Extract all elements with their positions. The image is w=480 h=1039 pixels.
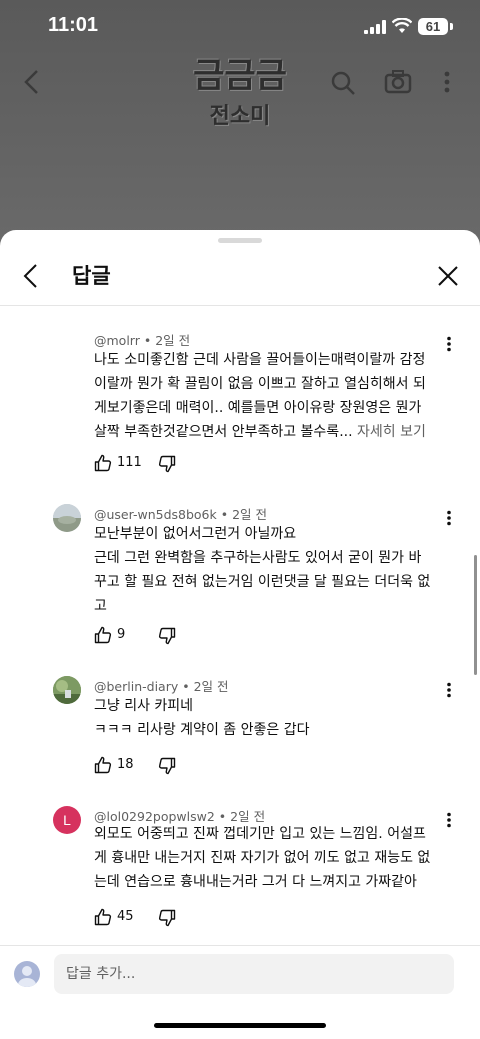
avatar-photo-icon: [53, 504, 81, 532]
home-indicator[interactable]: [154, 1023, 326, 1028]
like-count: 111: [117, 455, 142, 470]
comment-time: 2일 전: [193, 679, 229, 694]
cellular-signal-icon: [364, 20, 386, 34]
like-count: 45: [117, 909, 134, 924]
comment-line: 살짝 부족한것같으면서 안부족하고 볼수록... 자세히 보기: [94, 420, 450, 444]
comment-actions: 45: [94, 908, 214, 928]
camera-icon[interactable]: [384, 70, 412, 94]
comment-text: 외모도 어중띄고 진짜 껍데기만 입고 있는 느낌임. 어설프 게 흉내만 내는…: [94, 822, 450, 894]
wifi-icon: [392, 18, 412, 33]
avatar-letter: L: [63, 812, 71, 828]
avatar[interactable]: [53, 676, 81, 704]
reply-box-divider: [0, 945, 480, 946]
thumb-down-icon[interactable]: [158, 909, 176, 927]
comment-line: 꾸고 할 필요 전혀 없는거임 이런댓글 달 필요는 더더욱 없: [94, 574, 431, 590]
comment-line: 그냥 리사 카피네: [94, 698, 194, 714]
comment-actions: 9: [94, 626, 214, 646]
like-count: 18: [117, 757, 134, 772]
thumb-up-icon[interactable]: [94, 908, 112, 926]
search-icon[interactable]: [330, 70, 356, 96]
comment-line: 고: [94, 598, 107, 614]
video-title-text: 금금금: [193, 56, 287, 96]
comment-line: 는데 연습으로 흉내내는거라 그거 다 느껴지고 가짜같아: [94, 874, 417, 890]
avatar-photo-icon: [53, 676, 81, 704]
sheet-title: 답글: [72, 264, 111, 288]
status-time: 11:01: [48, 14, 99, 36]
comment-line: 게 흉내만 내는거지 진짜 자기가 없어 끼도 없고 재능도 없: [94, 850, 431, 866]
comment-author[interactable]: @user-wn5ds8bo6k: [94, 507, 217, 522]
chevron-left-icon[interactable]: [18, 262, 42, 290]
video-subtitle-text: 전소미: [209, 104, 271, 129]
thumb-up-icon[interactable]: [94, 756, 112, 774]
sheet-drag-handle[interactable]: [218, 238, 262, 243]
like-count: 9: [117, 627, 126, 642]
header-divider: [0, 305, 480, 306]
avatar[interactable]: [53, 504, 81, 532]
self-avatar: [14, 961, 40, 987]
status-bar: 11:01 61: [0, 0, 480, 54]
comment-time: 2일 전: [232, 507, 268, 522]
comment-author[interactable]: @molrr: [94, 333, 140, 348]
thumb-down-icon[interactable]: [158, 627, 176, 645]
comment-author[interactable]: @berlin-diary: [94, 679, 178, 694]
battery-indicator: 61: [418, 18, 448, 35]
video-back-icon[interactable]: [20, 68, 44, 96]
battery-tip: [450, 23, 453, 30]
thumb-down-icon[interactable]: [158, 455, 176, 473]
comment-line: 이랄까 뭔가 확 끌림이 없음 이쁘고 잘하고 열심히해서 되: [94, 376, 426, 392]
comment-line: 게보기좋은데 매력이.. 예를들면 아이유랑 장원영은 뭔가: [94, 400, 422, 416]
comment-text: 모난부분이 없어서그런거 아닐까요 근데 그런 완벽함을 추구하는사람도 있어서…: [94, 522, 450, 618]
reply-input[interactable]: [54, 954, 454, 994]
comment-line-text: 살짝 부족한것같으면서 안부족하고 볼수록...: [94, 424, 353, 440]
comment-meta: @berlin-diary • 2일 전: [94, 679, 229, 694]
thumb-up-icon[interactable]: [94, 626, 112, 644]
user-avatar-icon: [18, 966, 36, 987]
comment-line: 근데 그런 완벽함을 추구하는사람도 있어서 굳이 뭔가 바: [94, 550, 422, 566]
close-icon[interactable]: [436, 264, 460, 288]
thumb-up-icon[interactable]: [94, 454, 112, 472]
comment-actions: 111: [94, 454, 214, 474]
video-more-icon[interactable]: [444, 70, 450, 94]
comment-meta: @molrr • 2일 전: [94, 333, 191, 348]
comment-meta: @user-wn5ds8bo6k • 2일 전: [94, 507, 268, 522]
read-more-link[interactable]: 자세히 보기: [357, 424, 426, 440]
comment-actions: 18: [94, 756, 214, 776]
comment-text: 나도 소미좋긴함 근데 사람을 끌어들이는매력이랄까 감정 이랄까 뭔가 확 끌…: [94, 348, 450, 444]
comment-line: ㅋㅋㅋ 리사랑 계약이 좀 안좋은 갑다: [94, 722, 310, 738]
comment-line: 나도 소미좋긴함 근데 사람을 끌어들이는매력이랄까 감정: [94, 352, 426, 368]
thumb-down-icon[interactable]: [158, 757, 176, 775]
comment-line: 모난부분이 없어서그런거 아닐까요: [94, 526, 297, 542]
comment-text: 그냥 리사 카피네 ㅋㅋㅋ 리사랑 계약이 좀 안좋은 갑다: [94, 694, 450, 742]
scrollbar[interactable]: [474, 555, 477, 675]
avatar[interactable]: L: [53, 806, 81, 834]
comment-time: 2일 전: [155, 333, 191, 348]
comment-line: 외모도 어중띄고 진짜 껍데기만 입고 있는 느낌임. 어설프: [94, 826, 426, 842]
